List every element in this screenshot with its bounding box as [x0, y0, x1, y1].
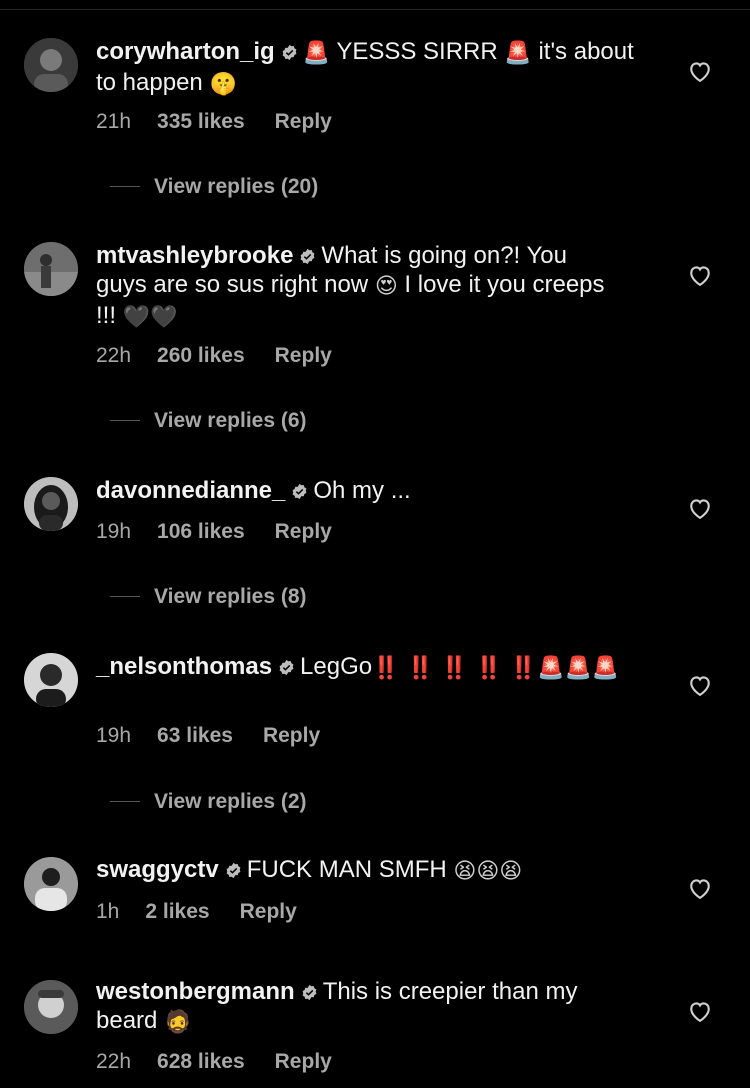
- comment-meta: 21h 335 likes Reply: [96, 110, 332, 134]
- tired-face-emoji: 😫: [499, 859, 523, 884]
- comment-text: _nelsonthomas LegGo‼️ ‼️ ‼️ ‼️ ‼️ 🚨🚨🚨: [96, 652, 656, 683]
- username[interactable]: westonbergmann: [96, 978, 295, 1005]
- comment-meta: 1h 2 likes Reply: [96, 900, 297, 924]
- comment-text: westonbergmann This is creepier than my b…: [96, 977, 636, 1037]
- siren-emoji: 🚨: [504, 41, 532, 66]
- avatar[interactable]: [24, 857, 78, 911]
- comment-meta: 19h 63 likes Reply: [96, 724, 320, 748]
- like-heart-icon[interactable]: [686, 494, 714, 522]
- username[interactable]: _nelsonthomas: [96, 653, 272, 680]
- view-replies-label: View replies (2): [154, 790, 307, 813]
- like-heart-icon[interactable]: [686, 57, 714, 85]
- verified-badge-icon: [302, 984, 317, 1001]
- comment-meta: 19h 106 likes Reply: [96, 520, 332, 544]
- comment-meta: 22h 628 likes Reply: [96, 1050, 332, 1074]
- black-heart-emoji: 🖤: [150, 305, 178, 330]
- like-heart-icon[interactable]: [686, 261, 714, 289]
- like-heart-icon[interactable]: [686, 997, 714, 1025]
- tired-face-emoji: 😫: [453, 859, 477, 884]
- comment-text-segment: FUCK MAN SMFH: [246, 856, 454, 883]
- reply-button[interactable]: Reply: [240, 900, 297, 923]
- reply-button[interactable]: Reply: [275, 344, 332, 367]
- likes-count[interactable]: 628 likes: [157, 1050, 245, 1073]
- comment-text: corywharton_ig 🚨 YESSS SIRRR 🚨 it's about…: [96, 37, 656, 99]
- replies-divider: [110, 420, 140, 421]
- comment-text: davonnedianne_ Oh my ...: [96, 476, 656, 505]
- black-heart-emoji: 🖤: [122, 305, 151, 330]
- username[interactable]: swaggyctv: [96, 856, 219, 883]
- timestamp: 22h: [96, 1050, 132, 1073]
- likes-count[interactable]: 2 likes: [145, 900, 209, 923]
- verified-badge-icon: [282, 44, 297, 61]
- siren-emoji: 🚨: [564, 656, 592, 681]
- like-heart-icon[interactable]: [686, 671, 714, 699]
- verified-badge-icon: [226, 862, 241, 879]
- siren-emoji: 🚨: [302, 41, 331, 66]
- timestamp: 19h: [96, 724, 132, 747]
- tired-face-emoji: 😫: [476, 859, 500, 884]
- comment-text: mtvashleybrooke What is going on?! You gu…: [96, 241, 616, 332]
- username[interactable]: davonnedianne_: [96, 477, 285, 504]
- double-exclamation-emoji: ‼️ ‼️ ‼️ ‼️ ‼️: [372, 656, 538, 681]
- likes-count[interactable]: 335 likes: [157, 110, 245, 133]
- avatar[interactable]: [24, 38, 78, 92]
- heart-eyes-emoji: 😍: [374, 274, 398, 299]
- comment-text-segment: YESSS SIRRR: [330, 38, 505, 65]
- timestamp: 22h: [96, 344, 132, 367]
- username[interactable]: corywharton_ig: [96, 38, 275, 65]
- avatar[interactable]: [24, 653, 78, 707]
- replies-divider: [110, 801, 140, 802]
- likes-count[interactable]: 260 likes: [157, 344, 245, 367]
- reply-button[interactable]: Reply: [275, 110, 332, 133]
- reply-button[interactable]: Reply: [263, 724, 320, 747]
- comment-meta: 22h 260 likes Reply: [96, 344, 332, 368]
- top-divider: [0, 9, 750, 10]
- comment-text-segment: Oh my ...: [313, 477, 411, 504]
- avatar[interactable]: [24, 477, 78, 531]
- view-replies-button[interactable]: View replies (6): [110, 409, 307, 433]
- timestamp: 1h: [96, 900, 120, 923]
- avatar[interactable]: [24, 980, 78, 1034]
- username[interactable]: mtvashleybrooke: [96, 242, 293, 269]
- like-heart-icon[interactable]: [686, 874, 714, 902]
- siren-emoji: 🚨: [591, 656, 620, 681]
- verified-badge-icon: [279, 659, 294, 676]
- view-replies-label: View replies (20): [154, 175, 319, 198]
- view-replies-label: View replies (8): [154, 585, 307, 608]
- comment-text: swaggyctv FUCK MAN SMFH 😫😫😫: [96, 855, 656, 886]
- comment-text-segment: LegGo: [300, 653, 373, 680]
- view-replies-label: View replies (6): [154, 409, 307, 432]
- shushing-face-emoji: 🤫: [209, 72, 237, 97]
- timestamp: 21h: [96, 110, 132, 133]
- view-replies-button[interactable]: View replies (8): [110, 585, 307, 609]
- likes-count[interactable]: 106 likes: [157, 520, 245, 543]
- verified-badge-icon: [301, 248, 315, 265]
- siren-emoji: 🚨: [537, 656, 565, 681]
- timestamp: 19h: [96, 520, 132, 543]
- view-replies-button[interactable]: View replies (2): [110, 790, 307, 814]
- verified-badge-icon: [292, 483, 307, 500]
- bearded-person-emoji: 🧔: [164, 1010, 192, 1035]
- reply-button[interactable]: Reply: [275, 1050, 332, 1073]
- replies-divider: [110, 596, 140, 597]
- replies-divider: [110, 186, 140, 187]
- view-replies-button[interactable]: View replies (20): [110, 175, 318, 199]
- avatar[interactable]: [24, 242, 78, 296]
- likes-count[interactable]: 63 likes: [157, 724, 233, 747]
- reply-button[interactable]: Reply: [275, 520, 332, 543]
